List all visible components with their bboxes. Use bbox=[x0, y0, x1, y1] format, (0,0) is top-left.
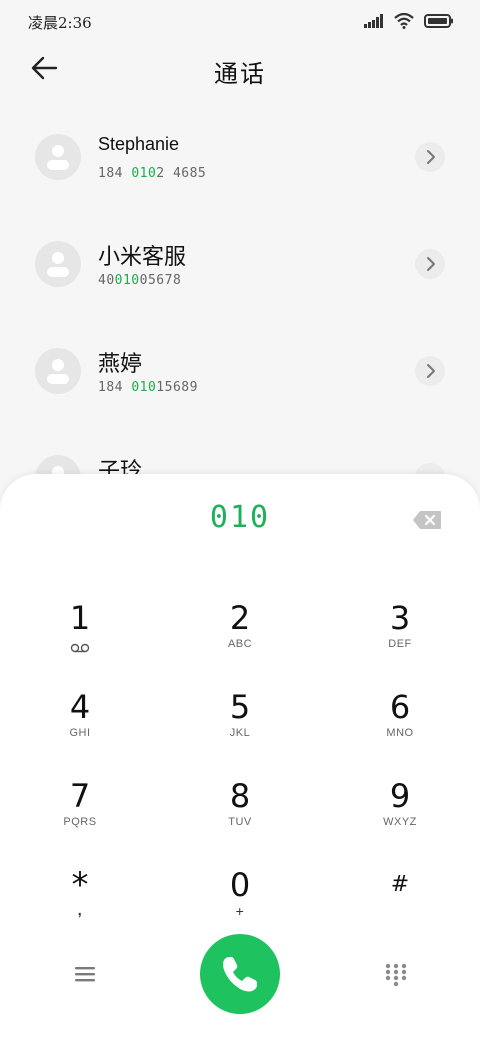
dialpad-sheet: 010 1 2 ABC 3 DEF 4 GHI 5 JKL 6 MNO 7 PQ… bbox=[0, 474, 480, 1040]
key-letters: TUV bbox=[228, 816, 252, 828]
contact-detail-button[interactable] bbox=[415, 356, 445, 386]
key-digit: 4 bbox=[69, 688, 91, 726]
voicemail-icon bbox=[70, 643, 90, 653]
key-letters: GHI bbox=[69, 727, 91, 739]
key-letters: WXYZ bbox=[383, 816, 417, 828]
key-0[interactable]: 0 + bbox=[180, 865, 300, 941]
key-digit: 7 bbox=[69, 777, 91, 815]
key-letters: MNO bbox=[386, 727, 414, 739]
contact-detail-button[interactable] bbox=[415, 142, 445, 172]
key-4[interactable]: 4 GHI bbox=[20, 687, 140, 763]
contact-item[interactable]: 小米客服 4001005678 bbox=[0, 211, 480, 311]
key-digit: 3 bbox=[389, 599, 411, 637]
contact-number: 184 01015689 bbox=[98, 380, 198, 395]
phone-icon bbox=[223, 957, 257, 992]
key-letters: ABC bbox=[227, 638, 253, 650]
number-prefix: 40 bbox=[98, 273, 115, 288]
backspace-icon bbox=[413, 511, 441, 529]
key-9[interactable]: 9 WXYZ bbox=[340, 776, 460, 852]
key-letters: , bbox=[77, 902, 83, 918]
key-letters: DEF bbox=[388, 638, 412, 650]
status-time: 凌晨2:36 bbox=[28, 14, 92, 32]
key-6[interactable]: 6 MNO bbox=[340, 687, 460, 763]
menu-button[interactable] bbox=[72, 962, 98, 986]
number-prefix: 184 bbox=[98, 166, 132, 181]
backspace-button[interactable] bbox=[412, 510, 442, 530]
contact-item[interactable]: Stephanie 184 0102 4685 bbox=[0, 104, 480, 204]
key-digit: 6 bbox=[389, 688, 411, 726]
dialpad-icon bbox=[385, 963, 407, 987]
key-digit: 5 bbox=[229, 688, 251, 726]
signal-icon bbox=[364, 14, 383, 28]
avatar bbox=[35, 134, 81, 180]
dialpad-toggle-button[interactable] bbox=[383, 962, 409, 988]
avatar bbox=[35, 241, 81, 287]
contact-item[interactable]: 燕婷 184 01015689 bbox=[0, 318, 480, 418]
wifi-icon bbox=[394, 13, 414, 29]
page-title: 通话 bbox=[214, 60, 266, 88]
status-icons bbox=[364, 13, 454, 29]
dialed-number: 010 bbox=[209, 500, 271, 535]
key-5[interactable]: 5 JKL bbox=[180, 687, 300, 763]
key-8[interactable]: 8 TUV bbox=[180, 776, 300, 852]
number-prefix: 184 bbox=[98, 380, 132, 395]
key-1[interactable]: 1 bbox=[20, 598, 140, 674]
number-match: 010 bbox=[131, 380, 157, 395]
number-suffix: 15689 bbox=[156, 380, 198, 395]
key-hash[interactable]: # bbox=[340, 865, 460, 941]
key-digit: * bbox=[71, 865, 89, 905]
contact-name: 燕婷 bbox=[98, 352, 143, 377]
contact-number: 184 0102 4685 bbox=[98, 166, 206, 181]
contact-detail-button[interactable] bbox=[415, 249, 445, 279]
header: 通话 bbox=[0, 44, 480, 96]
contact-name: 小米客服 bbox=[98, 245, 187, 270]
key-digit: 2 bbox=[229, 599, 251, 637]
key-digit: 1 bbox=[69, 599, 91, 637]
key-letters: PQRS bbox=[63, 816, 97, 828]
key-2[interactable]: 2 ABC bbox=[180, 598, 300, 674]
key-star[interactable]: * , bbox=[20, 865, 140, 941]
chevron-right-icon bbox=[427, 257, 435, 271]
contact-name: Stephanie bbox=[98, 134, 180, 154]
number-match: 010 bbox=[131, 166, 157, 181]
avatar bbox=[35, 348, 81, 394]
key-3[interactable]: 3 DEF bbox=[340, 598, 460, 674]
key-digit: 9 bbox=[389, 777, 411, 815]
battery-icon bbox=[424, 14, 453, 28]
status-bar: 凌晨2:36 bbox=[0, 0, 480, 44]
number-suffix: 2 4685 bbox=[156, 166, 207, 181]
key-letters: + bbox=[235, 903, 245, 919]
contact-number: 4001005678 bbox=[98, 273, 181, 288]
number-match: 010 bbox=[114, 273, 140, 288]
key-7[interactable]: 7 PQRS bbox=[20, 776, 140, 852]
key-digit: 8 bbox=[229, 777, 251, 815]
key-digit: # bbox=[390, 872, 410, 897]
menu-icon bbox=[75, 967, 95, 982]
number-suffix: 05678 bbox=[139, 273, 182, 288]
key-digit: 0 bbox=[229, 866, 251, 904]
key-letters: JKL bbox=[229, 727, 251, 739]
chevron-right-icon bbox=[427, 150, 435, 164]
call-button[interactable] bbox=[200, 934, 280, 1014]
chevron-right-icon bbox=[427, 364, 435, 378]
